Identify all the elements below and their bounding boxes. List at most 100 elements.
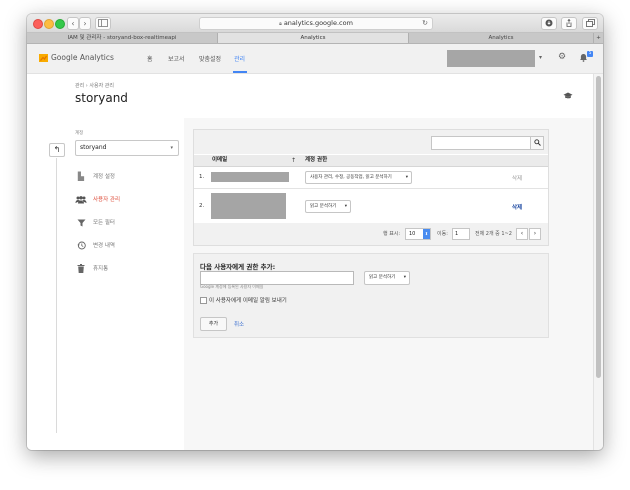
account-label: 계정	[75, 131, 84, 136]
users-table-panel: 이메일 ↑ 계정 권한 1. 사용자 관리, 수정, 공동작업, 읽고 분석하기…	[193, 129, 549, 246]
sidebar-divider	[56, 158, 57, 433]
chevron-down-icon: ▾	[344, 204, 347, 209]
cancel-link[interactable]: 취소	[234, 320, 244, 328]
sidebar-toggle-icon[interactable]	[95, 17, 111, 30]
column-header-email[interactable]: 이메일	[212, 155, 227, 166]
history-icon	[75, 238, 87, 254]
account-dropdown[interactable]: storyand ▾	[75, 140, 179, 156]
add-user-panel: 다음 사용자에게 권한 추가: Google 계정에 등록된 사용자 이메일 읽…	[193, 253, 549, 338]
nav-admin[interactable]: 관리	[234, 54, 245, 63]
zoom-window-button[interactable]	[55, 19, 65, 29]
sidebar-item-label: 휴지통	[93, 266, 109, 272]
sidebar-item-change-history[interactable]: 변경 내역	[75, 238, 181, 254]
search-icon[interactable]	[530, 136, 544, 150]
trash-icon	[75, 261, 87, 277]
page-header: 관리 › 사용자 관리 storyand	[27, 74, 593, 118]
ga-logo-icon	[39, 54, 48, 62]
rows-per-page-value: 10	[409, 231, 416, 237]
users-icon	[75, 192, 87, 208]
forward-button[interactable]: ›	[79, 17, 91, 30]
add-button[interactable]: 추가	[200, 317, 227, 331]
selected-item-pointer	[184, 189, 190, 203]
table-search-bar	[194, 130, 548, 154]
ga-header: Google Analytics 홈 보고서 맞춤설정 관리 ▾ ⚙ 5	[27, 44, 603, 74]
new-user-permission-dropdown[interactable]: 읽고 분석하기 ▾	[364, 271, 410, 285]
sidebar-item-label: 사용자 관리	[93, 197, 121, 203]
email-field[interactable]	[200, 271, 354, 285]
permission-dropdown[interactable]: 읽고 분석하기 ▾	[305, 200, 351, 213]
tab-analytics[interactable]: Analytics	[409, 33, 594, 43]
sidebar-item-label: 변경 내역	[93, 243, 115, 249]
sidebar-item-user-management[interactable]: 사용자 관리	[75, 192, 181, 208]
nav-home[interactable]: 홈	[147, 54, 153, 63]
delete-link[interactable]: 삭제	[512, 174, 522, 182]
sidebar-item-account-settings[interactable]: ▙ 계정 설정	[75, 169, 181, 185]
admin-sidebar: ↰ 계정 storyand ▾ ▙ 계정 설정 사용자 관리 모든 필터 변경 …	[27, 118, 184, 450]
tabs-overview-icon[interactable]	[582, 17, 598, 30]
filter-icon	[75, 215, 87, 231]
new-user-permission-value: 읽고 분석하기	[369, 275, 396, 280]
building-icon: ▙	[77, 172, 85, 181]
table-header: 이메일 ↑ 계정 권한	[194, 155, 548, 167]
permission-dropdown-value: 사용자 관리, 수정, 공동작업, 읽고 분석하기	[310, 175, 392, 180]
next-page-button[interactable]: ›	[529, 228, 541, 240]
permission-dropdown[interactable]: 사용자 관리, 수정, 공동작업, 읽고 분석하기 ▾	[305, 171, 412, 184]
scrollbar-thumb[interactable]	[596, 76, 601, 378]
account-dropdown-value: storyand	[80, 144, 107, 151]
browser-titlebar: ‹ › 🔒︎ analytics.google.com ↻	[27, 14, 603, 33]
goto-page-input[interactable]: 1	[452, 228, 470, 240]
sidebar-item-label: 계정 설정	[93, 174, 115, 180]
nav-reports[interactable]: 보고서	[168, 54, 185, 63]
ga-brand: Google Analytics	[51, 53, 114, 62]
permission-dropdown-value: 읽고 분석하기	[310, 204, 337, 209]
redacted-email	[211, 193, 286, 219]
rows-label: 행 표시:	[383, 231, 401, 237]
search-input[interactable]	[431, 136, 533, 150]
tab-analytics-active[interactable]: Analytics	[218, 33, 409, 43]
page-title: storyand	[75, 91, 128, 105]
gear-icon[interactable]: ⚙	[558, 52, 566, 62]
sidebar-item-trash[interactable]: 휴지통	[75, 261, 181, 277]
delete-link[interactable]: 삭제	[512, 203, 522, 211]
notify-checkbox[interactable]	[200, 297, 207, 304]
close-window-button[interactable]	[33, 19, 43, 29]
admin-content: ↰ 계정 storyand ▾ ▙ 계정 설정 사용자 관리 모든 필터 변경 …	[27, 118, 593, 450]
chevron-down-icon: ▾	[170, 145, 173, 151]
nav-active-indicator	[233, 71, 247, 73]
sort-up-arrow-icon[interactable]: ↑	[291, 155, 296, 166]
rows-per-page-select[interactable]: 10 ⬍	[405, 228, 431, 240]
back-arrow-icon[interactable]: ↰	[49, 143, 65, 157]
table-row: 1. 사용자 관리, 수정, 공동작업, 읽고 분석하기 ▾ 삭제	[194, 167, 548, 189]
account-selector[interactable]	[447, 50, 535, 67]
goto-label: 이동:	[437, 231, 448, 237]
graduation-cap-icon[interactable]	[563, 92, 573, 103]
table-row: 2. 읽고 분석하기 ▾ 삭제	[194, 189, 548, 223]
table-pagination: 행 표시: 10 ⬍ 이동: 1 전체 2개 중 1~2 ‹ ›	[194, 223, 548, 245]
page-scrollbar[interactable]	[593, 74, 603, 450]
share-icon[interactable]	[561, 17, 577, 30]
column-header-permission[interactable]: 계정 권한	[305, 155, 327, 166]
back-button[interactable]: ‹	[67, 17, 79, 30]
address-bar[interactable]: 🔒︎ analytics.google.com ↻	[199, 17, 433, 30]
nav-customization[interactable]: 맞춤설정	[199, 54, 221, 63]
sidebar-item-all-filters[interactable]: 모든 필터	[75, 215, 181, 231]
lock-icon: 🔒︎	[279, 21, 282, 27]
pagination-range: 전체 2개 중 1~2	[475, 231, 512, 237]
account-chevron-down-icon[interactable]: ▾	[539, 54, 542, 61]
minimize-window-button[interactable]	[44, 19, 54, 29]
new-tab-button[interactable]: +	[594, 33, 603, 43]
sidebar-item-label: 모든 필터	[93, 220, 115, 226]
redacted-email	[211, 172, 289, 182]
notify-checkbox-label[interactable]: 이 사용자에게 이메일 알림 보내기	[209, 296, 287, 304]
breadcrumb[interactable]: 관리 › 사용자 관리	[75, 82, 114, 89]
reload-icon[interactable]: ↻	[422, 18, 428, 29]
chevron-down-icon: ▾	[405, 175, 408, 180]
add-user-title: 다음 사용자에게 권한 추가:	[200, 263, 276, 271]
browser-window: ‹ › 🔒︎ analytics.google.com ↻ IAM 및 관리자 …	[27, 14, 603, 450]
url-text: analytics.google.com	[283, 19, 353, 27]
tab-iam[interactable]: IAM 및 관리자 - storyand-box-realtimeapi	[27, 33, 218, 43]
download-icon[interactable]	[541, 17, 557, 30]
notification-badge: 5	[587, 51, 593, 57]
prev-page-button[interactable]: ‹	[516, 228, 528, 240]
row-number: 2.	[199, 203, 205, 209]
